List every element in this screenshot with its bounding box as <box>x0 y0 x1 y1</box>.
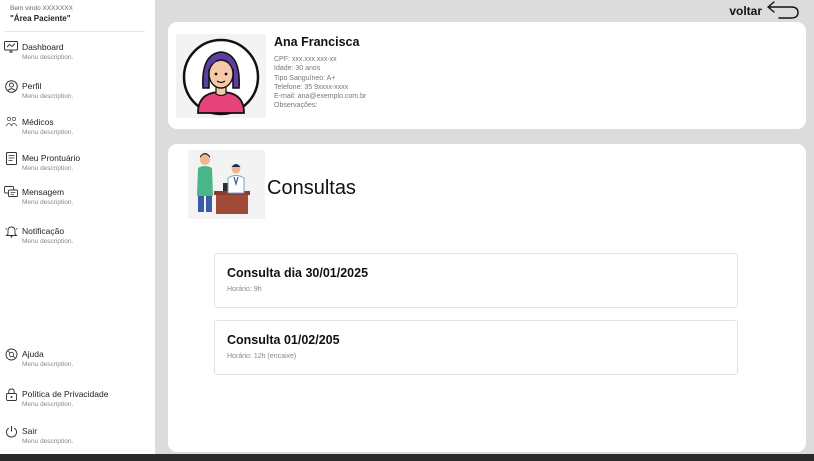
sidebar-item-desc: Menu description. <box>22 438 74 445</box>
avatar <box>176 34 266 118</box>
sidebar-item-desc: Menu description. <box>22 129 74 136</box>
lock-icon <box>4 387 18 401</box>
patient-info: CPF: xxx.xxx.xxx-xx Idade: 30 anos Tipo … <box>274 55 366 111</box>
sidebar-item-medicos[interactable]: Médicos Menu description. <box>4 115 152 145</box>
appointment-title: Consulta dia 30/01/2025 <box>227 266 369 280</box>
sidebar-item-politica-privacidade[interactable]: Política de Privacidade Menu description… <box>4 387 152 417</box>
sidebar-item-label: Notificação <box>22 226 65 236</box>
patient-email: E-mail: ana@exemplo.com.br <box>274 93 367 101</box>
sidebar-item-label: Sair <box>22 426 38 436</box>
sidebar-item-dashboard[interactable]: Dashboard Menu description. <box>4 40 152 70</box>
power-icon <box>4 424 18 438</box>
patient-phone: Telefone: 35 9xxxx-xxxx <box>274 83 349 91</box>
sidebar-item-desc: Menu description. <box>22 93 74 100</box>
message-icon <box>4 185 18 199</box>
consultation-illustration <box>188 150 265 219</box>
sidebar-item-sair[interactable]: Sair Menu description. <box>4 424 152 454</box>
back-arrow-icon <box>766 0 800 24</box>
consultations-title: Consultas <box>267 177 356 199</box>
sidebar-item-label: Médicos <box>22 117 54 127</box>
patient-cpf: CPF: xxx.xxx.xxx-xx <box>274 56 337 63</box>
sidebar-item-label: Meu Prontuário <box>22 153 81 163</box>
sidebar-item-desc: Menu description. <box>22 54 74 61</box>
sidebar: Bem vindo XXXXXXX "Área Paciente" Dashbo… <box>0 0 155 454</box>
back-button-label: voltar <box>729 4 762 18</box>
appointment-card[interactable]: Consulta dia 30/01/2025 Horário: 9h <box>214 253 738 308</box>
sidebar-item-mensagem[interactable]: Mensagem Menu description. <box>4 185 152 215</box>
sidebar-item-desc: Menu description. <box>22 199 74 206</box>
doctors-icon <box>4 115 18 129</box>
sidebar-item-desc: Menu description. <box>22 238 74 245</box>
user-icon <box>4 79 18 93</box>
bottom-bar <box>0 454 814 461</box>
bell-icon <box>4 224 18 238</box>
welcome-text: Bem vindo XXXXXXX <box>10 5 73 12</box>
sidebar-item-meu-prontuario[interactable]: Meu Prontuário Menu description. <box>4 151 152 181</box>
sidebar-item-label: Dashboard <box>22 42 64 52</box>
consultations-panel: Consultas Consulta dia 30/01/2025 Horári… <box>168 144 806 452</box>
help-icon <box>4 347 18 361</box>
patient-profile-card: Ana Francisca CPF: xxx.xxx.xxx-xx Idade:… <box>168 22 806 129</box>
sidebar-item-desc: Menu description. <box>22 361 74 368</box>
back-button[interactable]: voltar <box>729 0 800 22</box>
appointment-time: Horário: 12h (encaixe) <box>227 353 297 360</box>
sidebar-divider <box>4 31 145 32</box>
sidebar-item-label: Mensagem <box>22 187 65 197</box>
area-title: "Área Paciente" <box>10 14 71 23</box>
appointment-title: Consulta 01/02/205 <box>227 333 340 347</box>
sidebar-item-label: Política de Privacidade <box>22 389 109 399</box>
appointment-card[interactable]: Consulta 01/02/205 Horário: 12h (encaixe… <box>214 320 738 375</box>
sidebar-item-desc: Menu description. <box>22 401 74 408</box>
document-icon <box>4 151 18 165</box>
patient-name: Ana Francisca <box>274 35 360 49</box>
sidebar-item-ajuda[interactable]: Ajuda Menu description. <box>4 347 152 377</box>
patient-blood-type: Tipo Sanguíneo: A+ <box>274 74 336 82</box>
sidebar-item-label: Ajuda <box>22 349 44 359</box>
sidebar-item-desc: Menu description. <box>22 165 74 172</box>
appointment-time: Horário: 9h <box>227 286 262 293</box>
sidebar-item-perfil[interactable]: Perfil Menu description. <box>4 79 152 109</box>
patient-age: Idade: 30 anos <box>274 65 321 73</box>
sidebar-item-notificacao[interactable]: Notificação Menu description. <box>4 224 152 254</box>
dashboard-icon <box>4 40 18 54</box>
sidebar-item-label: Perfil <box>22 81 42 91</box>
patient-notes: Observações: <box>274 102 318 110</box>
